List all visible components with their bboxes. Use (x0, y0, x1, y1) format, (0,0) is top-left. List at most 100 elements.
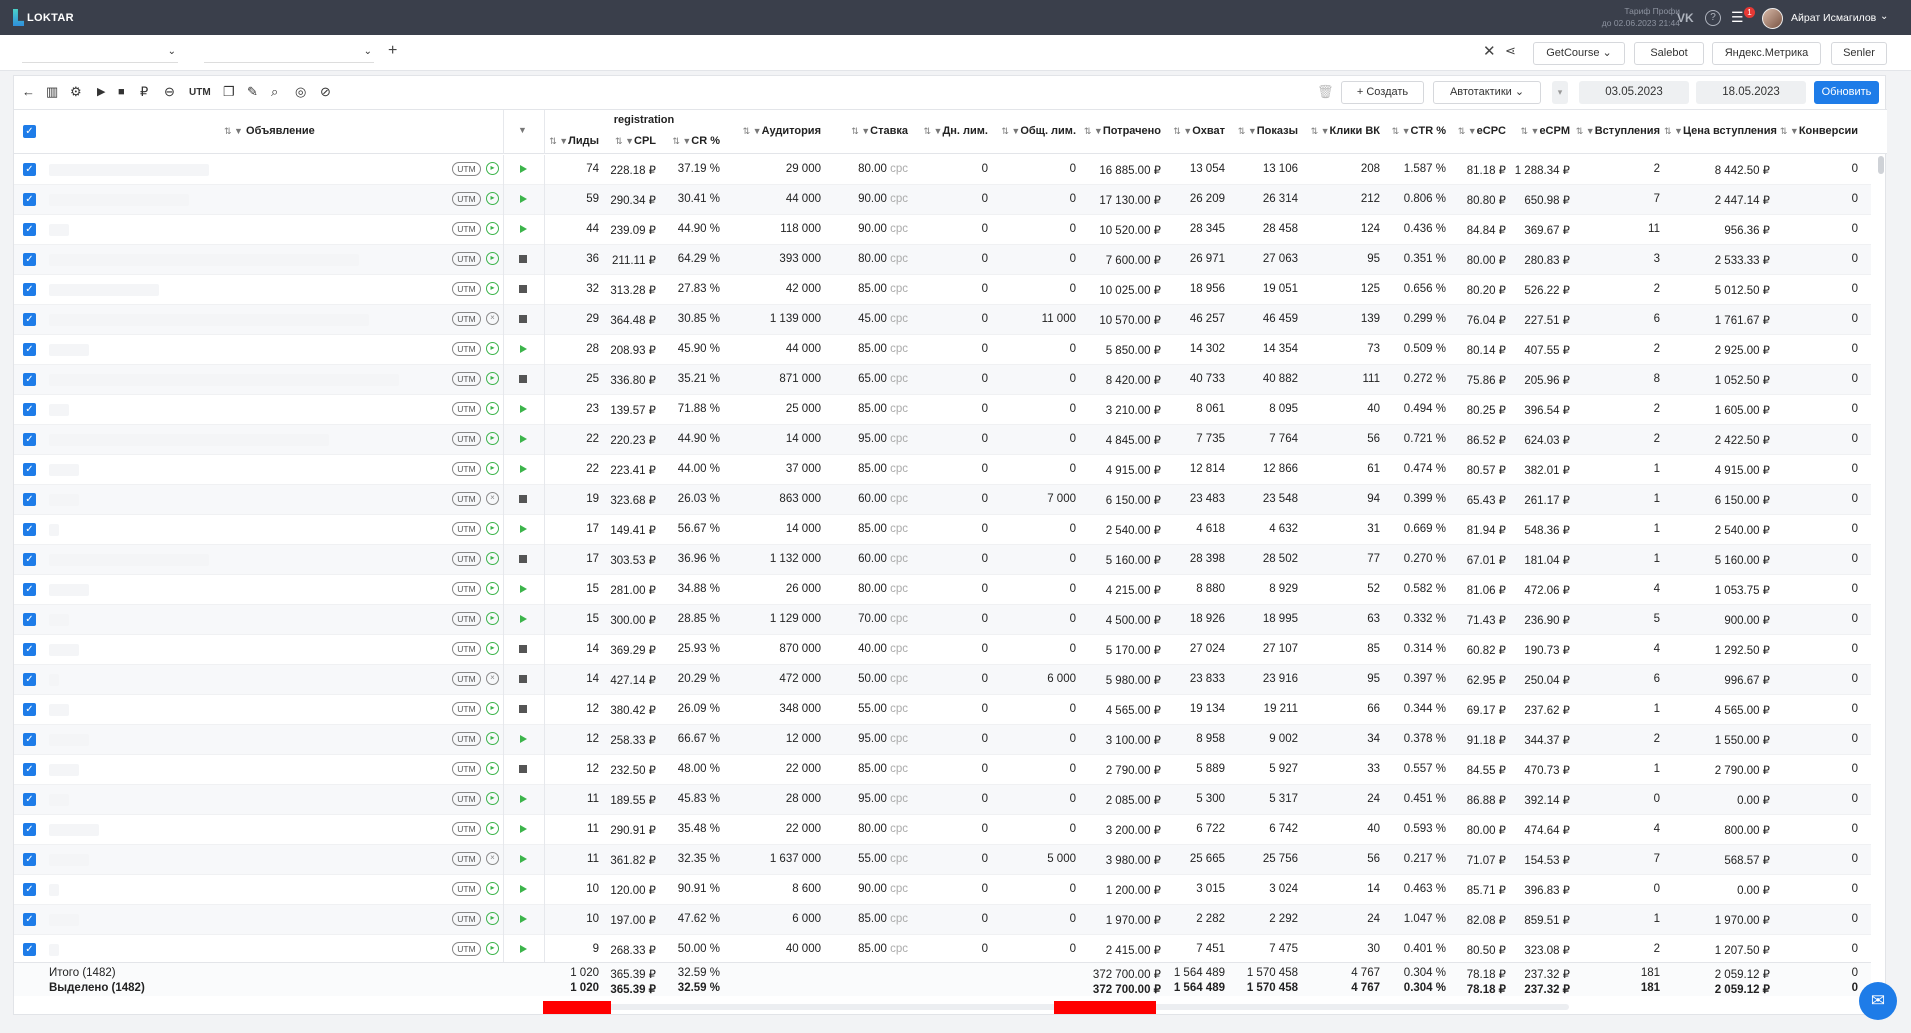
total-lim-value[interactable]: 0 (1070, 523, 1076, 535)
day-lim-value[interactable]: 0 (982, 823, 988, 835)
table-row[interactable]: ✓ UTM ▸ 23 139.57 ₽71.88 % 25 000 85.00 срс 0 0 3… (14, 395, 1871, 425)
row-checkbox[interactable]: ✓ (23, 253, 36, 266)
cell-day-lim[interactable]: 0 (912, 643, 988, 655)
row-checkbox[interactable]: ✓ (23, 463, 36, 476)
cell-total-lim[interactable]: 0 (992, 553, 1076, 565)
play-icon[interactable] (520, 345, 527, 353)
total-lim-value[interactable]: 0 (1070, 793, 1076, 805)
column-impressions[interactable]: ⇅ ▼Показы (1229, 125, 1298, 137)
cell-day-lim[interactable]: 0 (912, 283, 988, 295)
columns-icon[interactable]: ▥ (46, 85, 58, 99)
play-icon[interactable] (520, 465, 527, 473)
cell-total-lim[interactable]: 0 (992, 703, 1076, 715)
day-lim-value[interactable]: 0 (982, 853, 988, 865)
ruble-icon[interactable]: ₽ (140, 85, 148, 99)
table-row[interactable]: ✓ UTM ▸ 11 290.91 ₽35.48 % 22 000 80.00 срс 0 0 3… (14, 815, 1871, 845)
stop-icon[interactable] (519, 285, 527, 293)
play-icon[interactable] (520, 165, 527, 173)
table-row[interactable]: ✓ UTM ▸ 10 120.00 ₽90.91 % 8 600 90.00 срс 0 0 1 … (14, 875, 1871, 905)
cell-total-lim[interactable]: 0 (992, 763, 1076, 775)
cell-rate[interactable]: 60.00 срс (822, 553, 908, 565)
table-row[interactable]: ✓ UTM ▸ 22 223.41 ₽44.00 % 37 000 85.00 срс 0 0 4… (14, 455, 1871, 485)
column-rate[interactable]: ⇅ ▼Ставка (822, 125, 908, 137)
cell-total-lim[interactable]: 0 (992, 193, 1076, 205)
total-lim-value[interactable]: 0 (1070, 913, 1076, 925)
cell-rate[interactable]: 70.00 срс (822, 613, 908, 625)
status-paused-icon[interactable]: × (486, 312, 499, 325)
cell-day-lim[interactable]: 0 (912, 313, 988, 325)
rate-value[interactable]: 85.00 (858, 523, 887, 535)
stop-icon[interactable] (519, 705, 527, 713)
rate-value[interactable]: 80.00 (858, 823, 887, 835)
table-row[interactable]: ✓ UTM ▸ 14 369.29 ₽25.93 % 870 000 40.00 срс 0 0… (14, 635, 1871, 665)
table-row[interactable]: ✓ UTM × 14 427.14 ₽20.29 % 472 000 50.00 срс 0 6… (14, 665, 1871, 695)
table-row[interactable]: ✓ UTM × 29 364.48 ₽30.85 % 1 139 000 45.00 срс… (14, 305, 1871, 335)
cell-total-lim[interactable]: 5 000 (992, 853, 1076, 865)
status-active-icon[interactable]: ▸ (486, 762, 499, 775)
cell-rate[interactable]: 85.00 срс (822, 403, 908, 415)
play-icon[interactable] (520, 855, 527, 863)
row-checkbox[interactable]: ✓ (23, 913, 36, 926)
getcourse-button[interactable]: GetCourse ⌄ (1533, 42, 1625, 65)
cell-rate[interactable]: 95.00 срс (822, 433, 908, 445)
cell-rate[interactable]: 90.00 срс (822, 883, 908, 895)
cell-total-lim[interactable]: 0 (992, 613, 1076, 625)
stop-icon[interactable] (519, 675, 527, 683)
stop-icon[interactable] (519, 555, 527, 563)
row-checkbox[interactable]: ✓ (23, 943, 36, 956)
utm-badge[interactable]: UTM (452, 312, 481, 326)
day-lim-value[interactable]: 0 (982, 283, 988, 295)
status-paused-icon[interactable]: × (486, 672, 499, 685)
cell-total-lim[interactable]: 0 (992, 343, 1076, 355)
select-all-checkbox[interactable]: ✓ (23, 125, 36, 138)
cell-rate[interactable]: 90.00 срс (822, 223, 908, 235)
play-icon[interactable] (520, 405, 527, 413)
day-lim-value[interactable]: 0 (982, 373, 988, 385)
play-icon[interactable]: ▶ (97, 85, 105, 99)
table-row[interactable]: ✓ UTM ▸ 9 268.33 ₽50.00 % 40 000 85.00 срс 0 0 2 … (14, 935, 1871, 965)
target-icon[interactable]: ◎ (295, 85, 306, 99)
total-lim-value[interactable]: 0 (1070, 373, 1076, 385)
scrollbar-thumb[interactable] (1878, 156, 1884, 174)
row-checkbox[interactable]: ✓ (23, 703, 36, 716)
row-checkbox[interactable]: ✓ (23, 793, 36, 806)
cell-rate[interactable]: 55.00 срс (822, 853, 908, 865)
cell-total-lim[interactable]: 11 000 (992, 313, 1076, 325)
cell-rate[interactable]: 55.00 срс (822, 703, 908, 715)
cell-day-lim[interactable]: 0 (912, 793, 988, 805)
play-icon[interactable] (520, 225, 527, 233)
row-checkbox[interactable]: ✓ (23, 613, 36, 626)
table-row[interactable]: ✓ UTM ▸ 44 239.09 ₽44.90 % 118 000 90.00 срс 0 0… (14, 215, 1871, 245)
status-active-icon[interactable]: ▸ (486, 192, 499, 205)
row-checkbox[interactable]: ✓ (23, 853, 36, 866)
rate-value[interactable]: 60.00 (858, 493, 887, 505)
day-lim-value[interactable]: 0 (982, 223, 988, 235)
total-lim-value[interactable]: 5 000 (1047, 853, 1076, 865)
column-conversions[interactable]: ⇅ ▼Конверсии (1774, 125, 1858, 137)
table-row[interactable]: ✓ UTM ▸ 36 211.11 ₽64.29 % 393 000 80.00 срс 0 0… (14, 245, 1871, 275)
table-row[interactable]: ✓ UTM ▸ 22 220.23 ₽44.90 % 14 000 95.00 срс 0 0 4… (14, 425, 1871, 455)
cell-total-lim[interactable]: 0 (992, 463, 1076, 475)
status-active-icon[interactable]: ▸ (486, 612, 499, 625)
cell-total-lim[interactable]: 0 (992, 793, 1076, 805)
total-lim-value[interactable]: 0 (1070, 553, 1076, 565)
utm-badge[interactable]: UTM (452, 882, 481, 896)
table-row[interactable]: ✓ UTM ▸ 17 303.53 ₽36.96 % 1 132 000 60.00 срс… (14, 545, 1871, 575)
rate-value[interactable]: 70.00 (858, 613, 887, 625)
status-active-icon[interactable]: ▸ (486, 252, 499, 265)
edit-icon[interactable]: ✎ (247, 85, 258, 99)
chat-support-icon[interactable]: ✉ (1859, 982, 1897, 1020)
cell-total-lim[interactable]: 0 (992, 733, 1076, 745)
column-reach[interactable]: ⇅ ▼Охват (1165, 125, 1225, 137)
column-leads[interactable]: ⇅ ▼Лиды (549, 135, 599, 147)
yandex-metrika-button[interactable]: Яндекс.Метрика (1712, 42, 1821, 65)
cell-total-lim[interactable]: 0 (992, 253, 1076, 265)
table-row[interactable]: ✓ UTM ▸ 15 300.00 ₽28.85 % 1 129 000 70.00 срс… (14, 605, 1871, 635)
trash-icon[interactable]: 🗑 (1317, 85, 1334, 99)
utm-badge[interactable]: UTM (452, 732, 481, 746)
rate-value[interactable]: 60.00 (858, 553, 887, 565)
row-checkbox[interactable]: ✓ (23, 583, 36, 596)
cell-total-lim[interactable]: 0 (992, 823, 1076, 835)
status-active-icon[interactable]: ▸ (486, 432, 499, 445)
vertical-scrollbar[interactable] (1877, 156, 1885, 962)
